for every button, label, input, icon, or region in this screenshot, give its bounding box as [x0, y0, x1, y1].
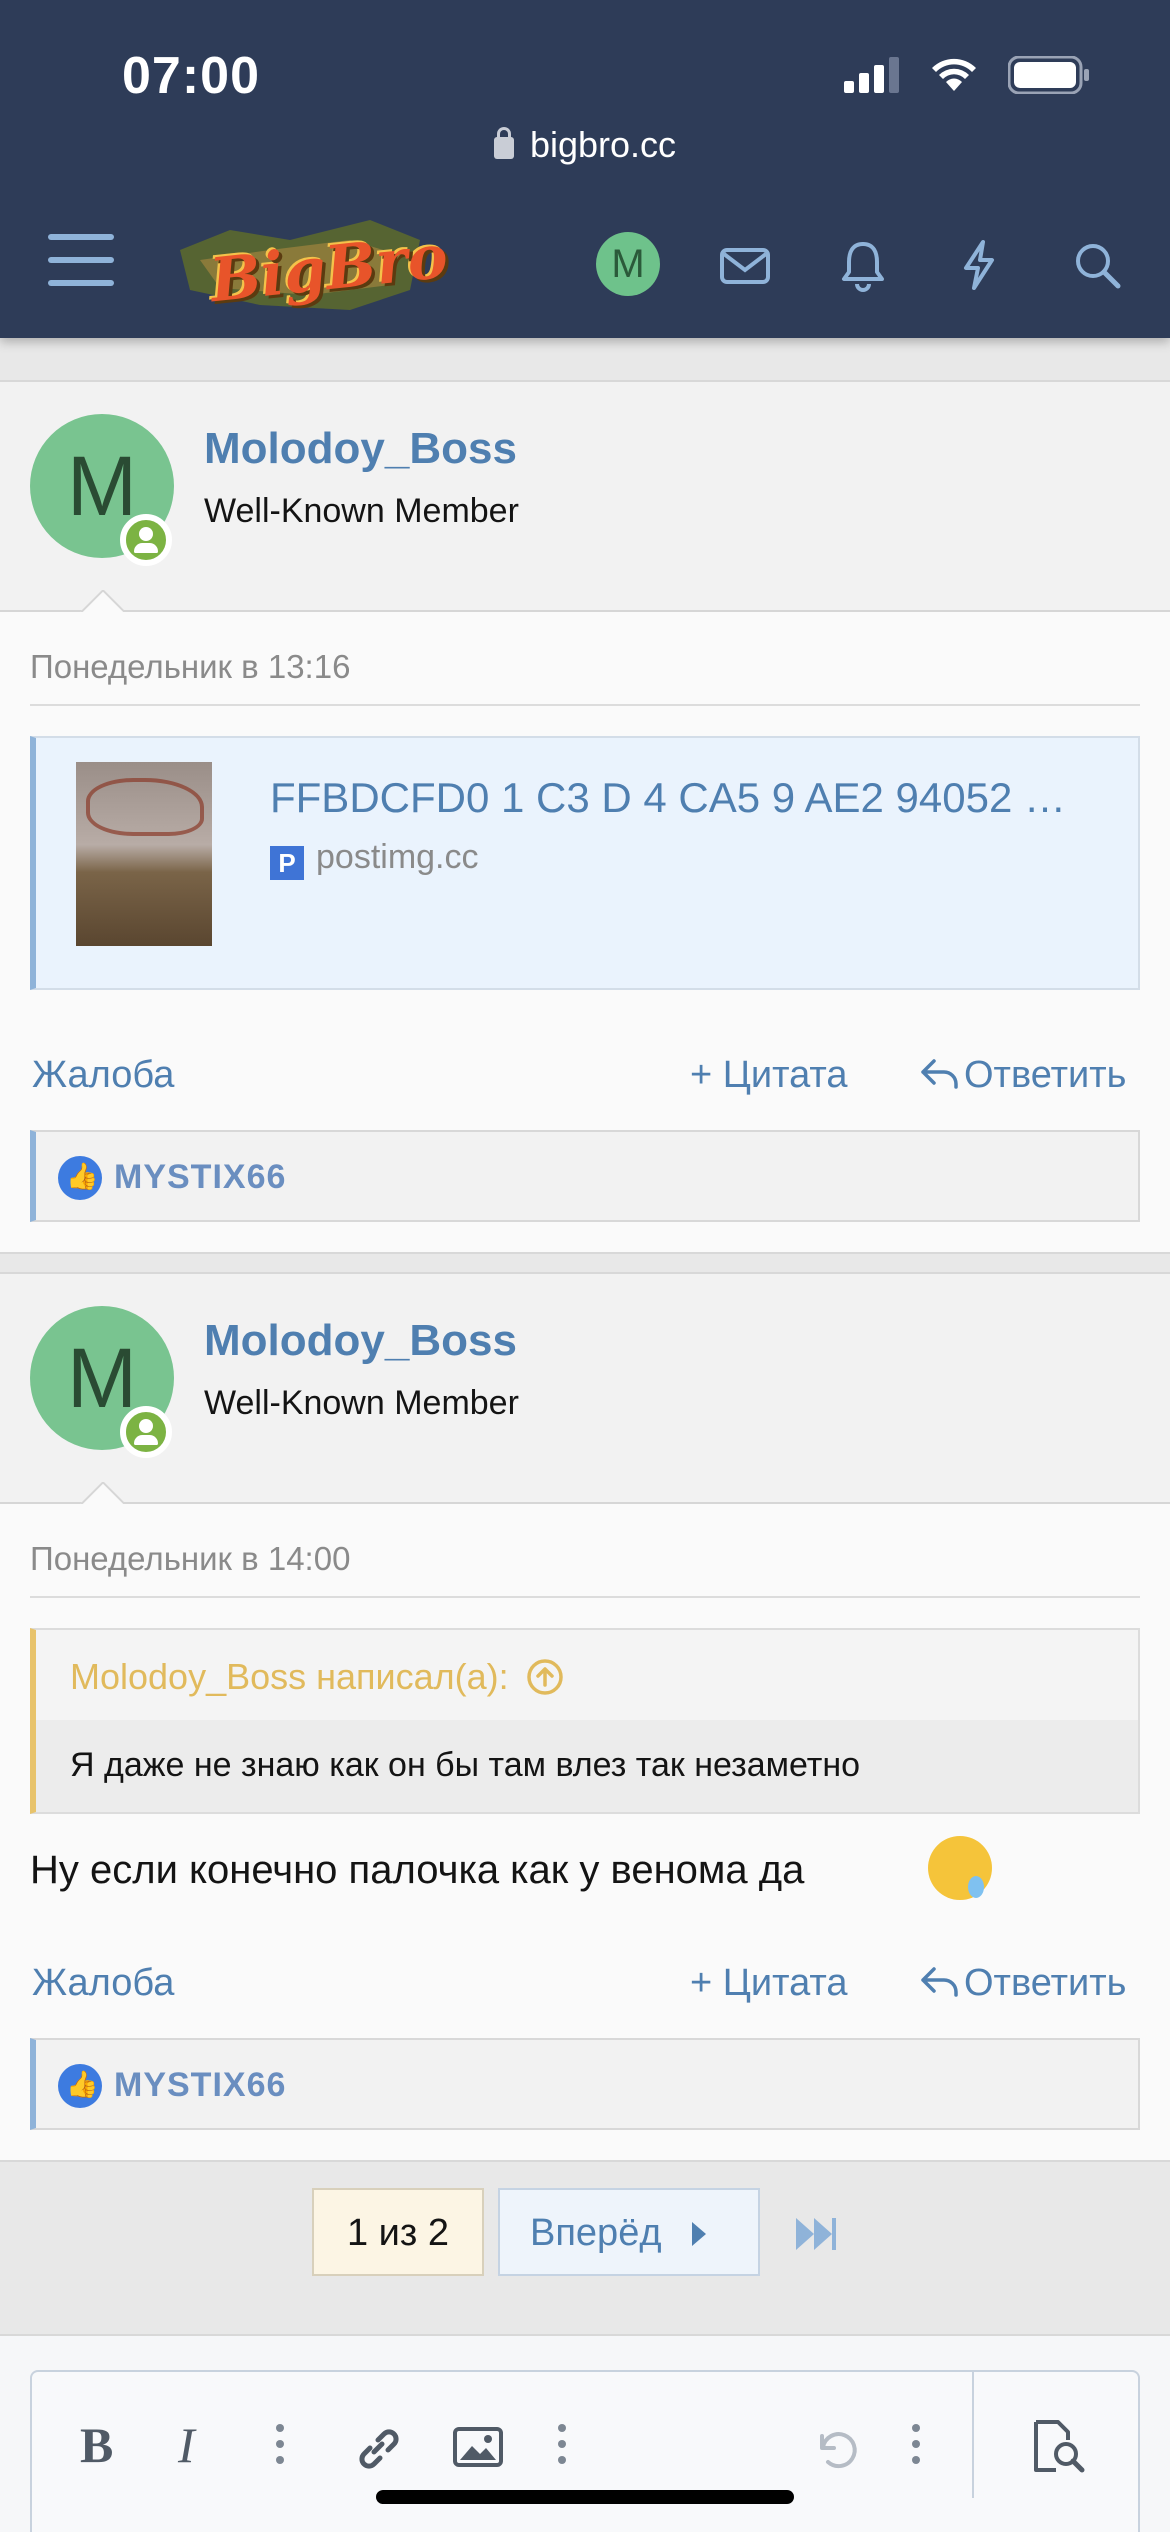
quote-block: Molodoy_Boss написал(а): Я даже не знаю …	[30, 1628, 1140, 1814]
home-indicator	[376, 2490, 794, 2504]
search-icon[interactable]	[1068, 236, 1126, 294]
link-embed[interactable]: FFBDCFD0 1 C3 D 4 CA5 9 AE2 94052 … Ppos…	[30, 736, 1140, 990]
report-button[interactable]: Жалоба	[32, 1054, 174, 1097]
quote-text-content: Я даже не знаю как он бы там влез так не…	[70, 1746, 861, 1784]
arrow-up-circle-icon[interactable]	[525, 1657, 565, 1697]
bold-icon[interactable]: B	[80, 2416, 113, 2474]
editor-toolbar: B I	[30, 2370, 1140, 2532]
reply-label: Ответить	[964, 1054, 1127, 1096]
reply-label: Ответить	[964, 1962, 1127, 2004]
postimg-favicon-icon: P	[270, 846, 304, 880]
more-options-icon[interactable]	[276, 2424, 284, 2464]
undo-icon[interactable]	[808, 2422, 862, 2476]
user-title: Well-Known Member	[204, 492, 519, 530]
username[interactable]: Molodoy_Boss	[204, 1316, 517, 1366]
header-caret	[80, 1482, 124, 1504]
app-header: 07:00 bigbro.cc BigBro M	[0, 0, 1170, 338]
online-status-icon	[120, 514, 172, 566]
url-text: bigbro.cc	[529, 124, 677, 165]
embed-source-text: postimg.cc	[316, 838, 479, 876]
post-date[interactable]: Понедельник в 13:16	[30, 612, 1140, 706]
status-icons	[844, 56, 1090, 94]
feed-gap	[0, 1254, 1170, 1272]
italic-icon[interactable]: I	[178, 2416, 195, 2474]
preview-icon[interactable]	[1028, 2418, 1088, 2476]
pagination: 1 из 2 Вперёд	[0, 2162, 1170, 2350]
last-page-icon[interactable]	[794, 2214, 838, 2254]
post-actions: Жалоба + Цитата Ответить	[30, 1938, 1140, 2038]
status-time: 07:00	[122, 47, 260, 105]
more-options-icon[interactable]	[912, 2424, 920, 2464]
quote-author: Molodoy_Boss написал(а):	[70, 1656, 509, 1697]
toolbar-separator	[972, 2372, 974, 2498]
post: M Molodoy_Boss Well-Known Member Понедел…	[0, 1272, 1170, 2162]
embed-thumbnail	[76, 762, 212, 946]
post: M Molodoy_Boss Well-Known Member Понедел…	[0, 380, 1170, 1254]
online-status-icon	[120, 1406, 172, 1458]
mail-icon[interactable]	[716, 236, 774, 294]
lightning-icon[interactable]	[950, 236, 1008, 294]
reaction-user[interactable]: MYSTIX66	[114, 1158, 286, 1197]
lock-icon	[493, 127, 514, 159]
post-body: Понедельник в 14:00 Molodoy_Boss написал…	[0, 1504, 1170, 2130]
reactions-bar[interactable]: MYSTIX66	[30, 2038, 1140, 2130]
bell-icon[interactable]	[834, 236, 892, 294]
more-options-icon[interactable]	[558, 2424, 566, 2464]
post-date[interactable]: Понедельник в 14:00	[30, 1504, 1140, 1598]
post-header: M Molodoy_Boss Well-Known Member	[0, 382, 1170, 612]
post-actions: Жалоба + Цитата Ответить	[30, 1030, 1140, 1130]
crying-smile-emoji-icon	[928, 1836, 992, 1900]
like-icon	[58, 1156, 102, 1200]
signal-icon	[844, 57, 899, 93]
reactions-bar[interactable]: MYSTIX66	[30, 1130, 1140, 1222]
quote-button[interactable]: + Цитата	[690, 1054, 847, 1097]
post-body: Понедельник в 13:16 FFBDCFD0 1 C3 D 4 CA…	[0, 612, 1170, 1222]
quote-button[interactable]: + Цитата	[690, 1962, 847, 2005]
site-logo[interactable]: BigBro	[170, 210, 451, 320]
username[interactable]: Molodoy_Boss	[204, 424, 517, 474]
header-caret	[80, 590, 124, 612]
post-message: Ну если конечно палочка как у венома да	[30, 1836, 1140, 1918]
address-bar[interactable]: bigbro.cc	[0, 124, 1170, 166]
post-header: M Molodoy_Boss Well-Known Member	[0, 1274, 1170, 1504]
nav-bar: BigBro M	[0, 200, 1170, 330]
embed-title[interactable]: FFBDCFD0 1 C3 D 4 CA5 9 AE2 94052 …	[270, 774, 1130, 822]
next-page-label: Вперёд	[530, 2212, 662, 2254]
next-page-button[interactable]: Вперёд	[498, 2188, 760, 2276]
menu-icon[interactable]	[48, 234, 114, 290]
reply-icon	[921, 1967, 958, 1997]
account-avatar[interactable]: M	[596, 232, 660, 296]
quote-text: Я даже не знаю как он бы там влез так не…	[36, 1720, 1138, 1812]
feed-gap	[0, 338, 1170, 380]
report-button[interactable]: Жалоба	[32, 1962, 174, 2005]
like-icon	[58, 2064, 102, 2108]
reply-button[interactable]: Ответить	[920, 1962, 1126, 2005]
thread-feed: M Molodoy_Boss Well-Known Member Понедел…	[0, 338, 1170, 2350]
link-icon[interactable]	[352, 2422, 404, 2474]
chevron-right-icon	[692, 2222, 706, 2246]
post-message-text: Ну если конечно палочка как у венома да	[30, 1848, 805, 1892]
quote-header[interactable]: Molodoy_Boss написал(а):	[36, 1630, 1138, 1720]
embed-source: Ppostimg.cc	[270, 838, 479, 880]
image-icon[interactable]	[452, 2424, 504, 2470]
reply-icon	[921, 1059, 958, 1089]
reaction-user[interactable]: MYSTIX66	[114, 2066, 286, 2105]
wifi-icon	[932, 58, 976, 91]
reply-button[interactable]: Ответить	[920, 1054, 1126, 1097]
battery-icon	[1008, 56, 1089, 94]
page-current[interactable]: 1 из 2	[312, 2188, 484, 2276]
user-title: Well-Known Member	[204, 1384, 519, 1422]
